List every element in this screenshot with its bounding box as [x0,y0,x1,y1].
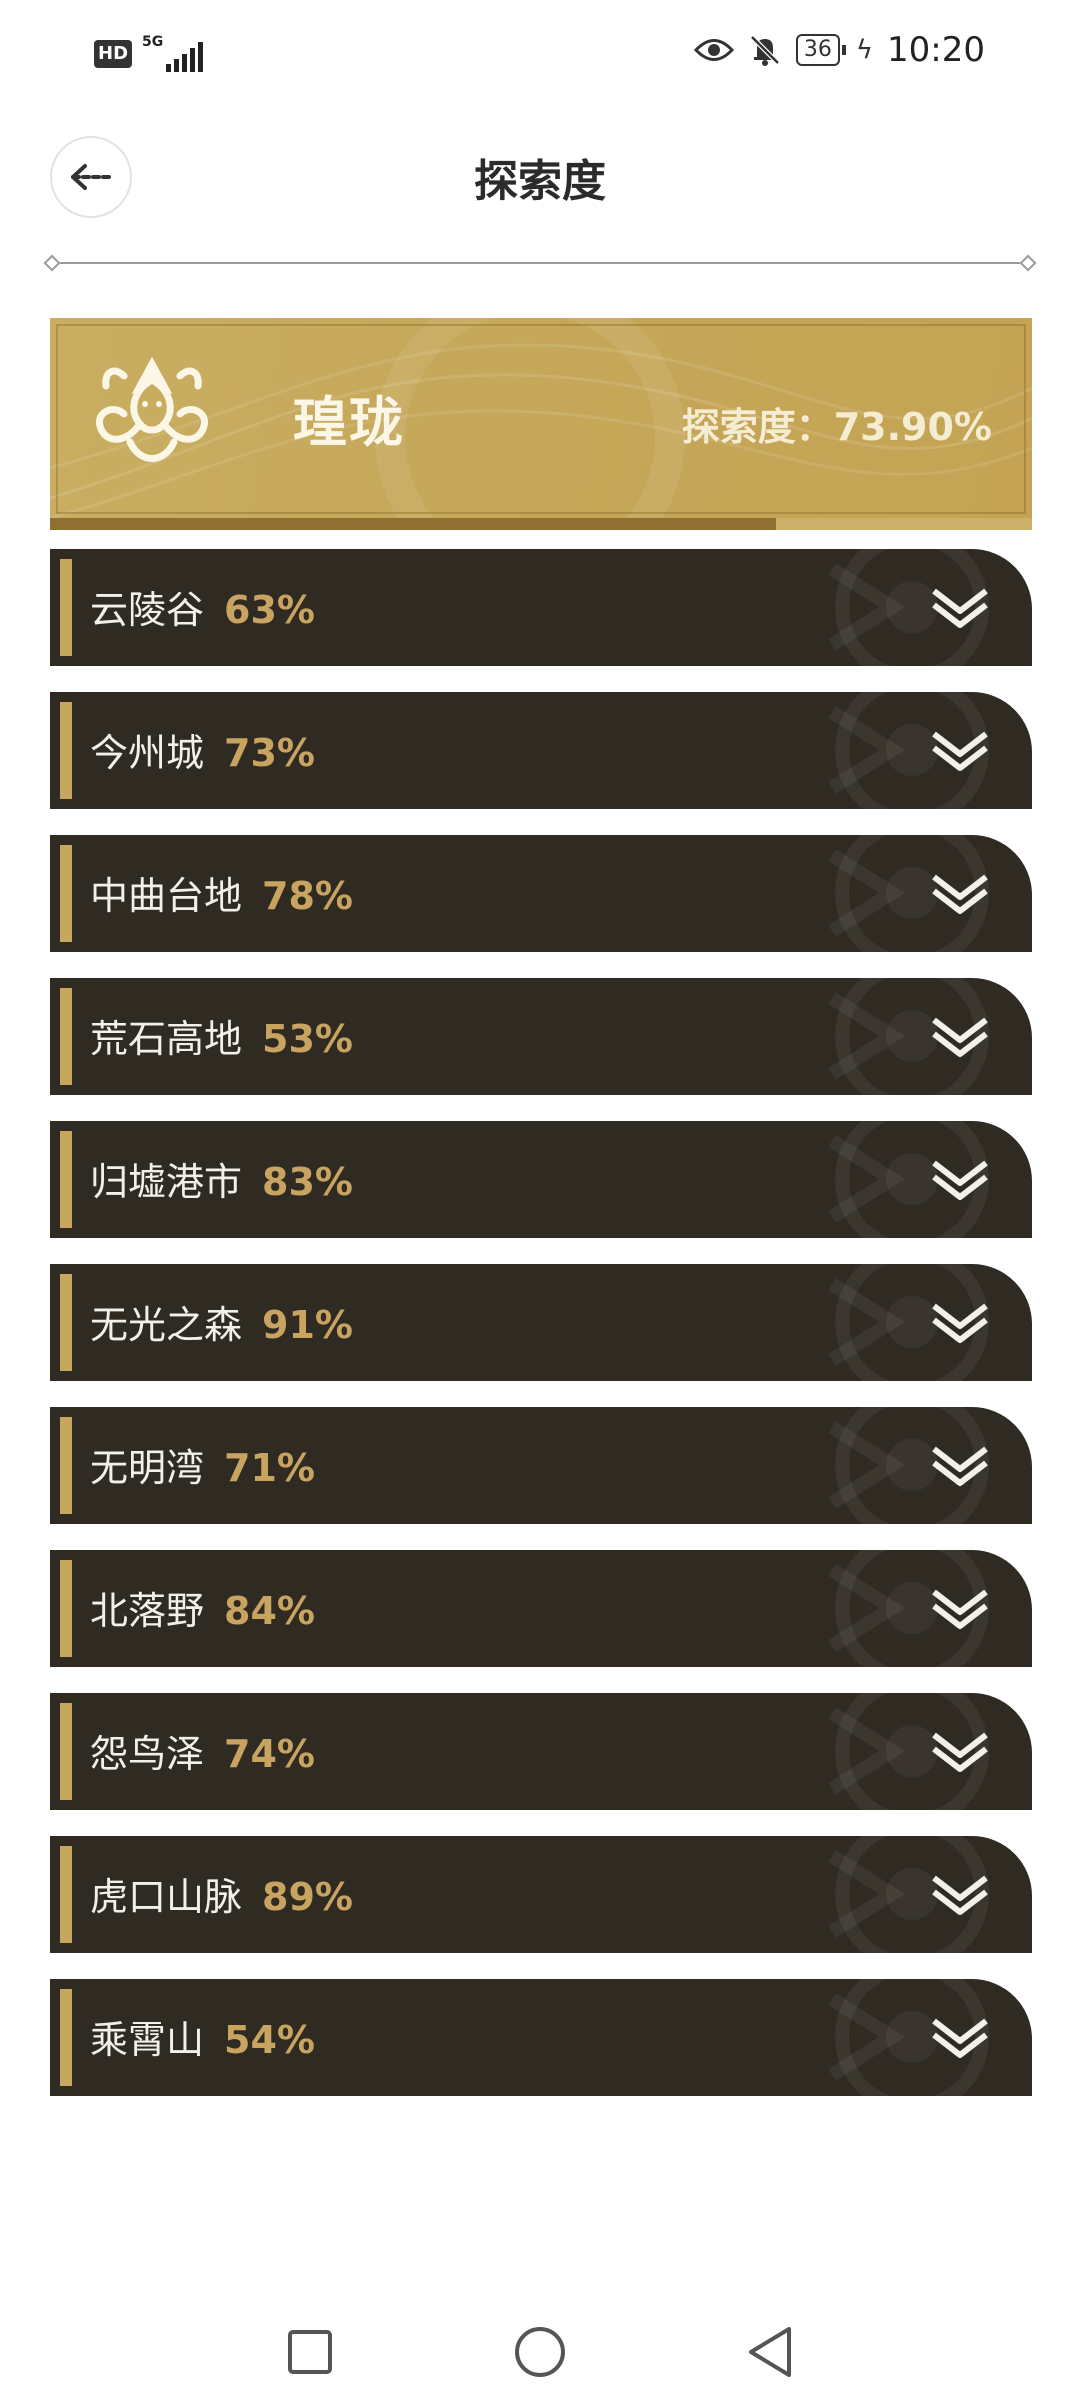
watermark-emblem-icon [828,835,989,952]
subregion-name: 今州城 [90,731,205,775]
expand-chevron-icon[interactable] [930,581,990,633]
subregion-name: 荒石高地 [90,1017,243,1061]
subregion-item[interactable]: 北落野 84% [50,1550,1032,1667]
subregion-list: 云陵谷 63% 今州城 73% 中曲台地 78% 荒石高地 53% 归墟港市 8… [50,549,1032,2122]
subregion-percent: 91% [262,1303,353,1347]
watermark-emblem-icon [828,1836,989,1953]
subregion-percent: 71% [224,1446,315,1490]
subregion-percent: 54% [224,2018,315,2062]
subregion-accent [60,1703,72,1800]
subregion-percent: 83% [262,1160,353,1204]
watermark-emblem-icon [828,1121,989,1238]
subregion-percent: 73% [224,731,315,775]
subregion-name: 无明湾 [90,1446,205,1490]
watermark-emblem-icon [828,1693,989,1810]
subregion-accent [60,988,72,1085]
watermark-emblem-icon [828,549,989,666]
subregion-percent: 74% [224,1732,315,1776]
subregion-accent [60,1417,72,1514]
region-progress-bar [50,518,1032,530]
subregion-accent [60,1989,72,2086]
expand-chevron-icon[interactable] [930,1296,990,1348]
expand-chevron-icon[interactable] [930,724,990,776]
subregion-accent [60,1131,72,1228]
back-nav-button[interactable] [740,2322,800,2382]
subregion-name: 虎口山脉 [90,1875,243,1919]
square-recents-icon [288,2330,332,2374]
subregion-accent [60,1560,72,1657]
status-left: HD 5G [94,34,204,74]
header-divider [52,262,1028,264]
triangle-back-icon [749,2327,791,2377]
subregion-name: 中曲台地 [90,874,243,918]
subregion-accent [60,702,72,799]
eye-icon [693,39,734,61]
subregion-percent: 53% [262,1017,353,1061]
expand-chevron-icon[interactable] [930,1582,990,1634]
watermark-emblem-icon [828,1979,989,2096]
expand-chevron-icon[interactable] [930,1725,990,1777]
expand-chevron-icon[interactable] [930,867,990,919]
status-bar: HD 5G 36 ϟ 10:20 [0,0,1080,110]
watermark-emblem-icon [828,1550,989,1667]
subregion-percent: 84% [224,1589,315,1633]
circle-home-icon [515,2327,565,2377]
subregion-accent [60,845,72,942]
expand-chevron-icon[interactable] [930,1010,990,1062]
watermark-emblem-icon [828,692,989,809]
battery-icon: 36 [795,34,846,66]
subregion-item[interactable]: 今州城 73% [50,692,1032,809]
subregion-item[interactable]: 无明湾 71% [50,1407,1032,1524]
bell-off-icon [750,35,780,66]
expand-chevron-icon[interactable] [930,2011,990,2063]
subregion-name: 云陵谷 [90,588,205,632]
subregion-name: 怨鸟泽 [90,1732,205,1776]
subregion-item[interactable]: 云陵谷 63% [50,549,1032,666]
dragon-emblem-icon [95,356,209,462]
subregion-accent [60,1274,72,1371]
charging-icon: ϟ [855,35,874,65]
region-progress-fill [50,518,776,530]
subregion-percent: 63% [224,588,315,632]
region-exploration: 探索度：73.90% [681,405,992,449]
region-card[interactable]: 瑝珑 探索度：73.90% [50,318,1032,530]
subregion-item[interactable]: 归墟港市 83% [50,1121,1032,1238]
subregion-item[interactable]: 无光之森 91% [50,1264,1032,1381]
subregion-name: 北落野 [90,1589,205,1633]
signal-icon: 5G [142,34,204,74]
network-type: 5G [142,34,164,50]
home-button[interactable] [510,2322,570,2382]
subregion-name: 乘霄山 [90,2018,205,2062]
watermark-emblem-icon [828,1407,989,1524]
status-right: 36 ϟ 10:20 [693,30,985,70]
subregion-name: 归墟港市 [90,1160,243,1204]
subregion-percent: 89% [262,1875,353,1919]
watermark-emblem-icon [828,1264,989,1381]
subregion-item[interactable]: 荒石高地 53% [50,978,1032,1095]
navigation-bar [0,2300,1080,2400]
subregion-percent: 78% [262,874,353,918]
subregion-item[interactable]: 虎口山脉 89% [50,1836,1032,1953]
subregion-item[interactable]: 怨鸟泽 74% [50,1693,1032,1810]
subregion-accent [60,1846,72,1943]
expand-chevron-icon[interactable] [930,1153,990,1205]
clock: 10:20 [887,30,985,70]
watermark-emblem-icon [828,978,989,1095]
subregion-item[interactable]: 乘霄山 54% [50,1979,1032,2096]
expand-chevron-icon[interactable] [930,1439,990,1491]
region-name: 瑝珑 [293,391,405,454]
recents-button[interactable] [280,2322,340,2382]
hd-badge: HD [94,40,133,68]
subregion-accent [60,559,72,656]
subregion-name: 无光之森 [90,1303,243,1347]
page-title: 探索度 [474,156,606,207]
subregion-item[interactable]: 中曲台地 78% [50,835,1032,952]
expand-chevron-icon[interactable] [930,1868,990,1920]
